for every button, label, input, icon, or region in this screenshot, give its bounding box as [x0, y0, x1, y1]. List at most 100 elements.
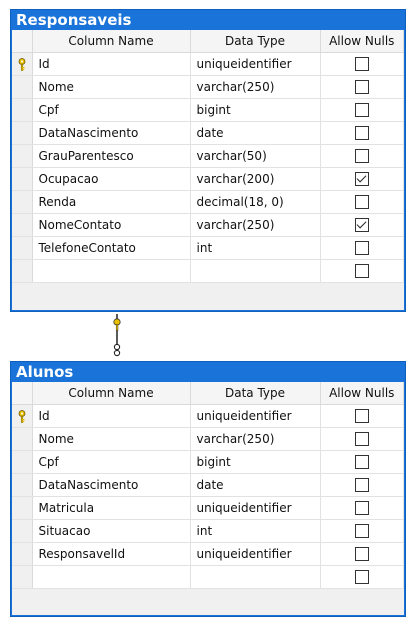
column-name-cell[interactable]: GrauParentesco [32, 144, 191, 168]
row-selector[interactable] [12, 519, 33, 543]
column-name-cell[interactable] [32, 565, 191, 589]
data-type-cell[interactable]: int [190, 519, 321, 543]
table-row[interactable]: Situacao int [12, 519, 404, 543]
data-type-cell[interactable]: varchar(250) [190, 213, 321, 237]
row-selector[interactable] [12, 404, 33, 428]
row-selector[interactable] [12, 167, 33, 191]
row-selector[interactable] [12, 98, 33, 122]
column-name-cell[interactable] [32, 259, 191, 283]
allow-nulls-checkbox[interactable] [354, 172, 369, 187]
column-name-cell[interactable]: Nome [32, 75, 191, 99]
column-name-cell[interactable]: DataNascimento [32, 121, 191, 145]
table-row[interactable]: Cpf bigint [12, 450, 404, 474]
data-type-cell[interactable]: int [190, 236, 321, 260]
allow-nulls-checkbox[interactable] [354, 547, 369, 562]
column-name-cell[interactable]: DataNascimento [32, 473, 191, 497]
allow-nulls-checkbox[interactable] [354, 218, 369, 233]
row-selector[interactable] [12, 427, 33, 451]
data-type-cell[interactable]: varchar(250) [190, 75, 321, 99]
table-row[interactable]: Renda decimal(18, 0) [12, 190, 404, 214]
column-name-cell[interactable]: Matricula [32, 496, 191, 520]
table-row[interactable]: Id uniqueidentifier [12, 404, 404, 428]
row-selector[interactable] [12, 450, 33, 474]
column-name-cell[interactable]: Nome [32, 427, 191, 451]
row-selector[interactable] [12, 259, 33, 283]
allow-nulls-checkbox[interactable] [354, 432, 369, 447]
allow-nulls-checkbox[interactable] [354, 455, 369, 470]
table-row[interactable]: Matricula uniqueidentifier [12, 496, 404, 520]
table-row[interactable]: TelefoneContato int [12, 236, 404, 260]
data-type-cell[interactable] [190, 565, 321, 589]
row-selector[interactable] [12, 496, 33, 520]
allow-nulls-checkbox[interactable] [354, 195, 369, 210]
column-name-cell[interactable]: ResponsavelId [32, 542, 191, 566]
table-row[interactable]: DataNascimento date [12, 121, 404, 145]
row-selector[interactable] [12, 190, 33, 214]
allow-nulls-checkbox[interactable] [354, 103, 369, 118]
column-name-cell[interactable]: Id [32, 404, 191, 428]
allow-nulls-checkbox[interactable] [354, 126, 369, 141]
table-row[interactable]: Id uniqueidentifier [12, 52, 404, 76]
row-selector[interactable] [12, 52, 33, 76]
table-row[interactable]: ResponsavelId uniqueidentifier [12, 542, 404, 566]
allow-nulls-checkbox[interactable] [354, 524, 369, 539]
allow-nulls-checkbox[interactable] [354, 241, 369, 256]
table-row[interactable] [12, 565, 404, 589]
column-grid: Column Name Data Type Allow Nulls Id uniq… [12, 382, 404, 589]
table-row[interactable]: NomeContato varchar(250) [12, 213, 404, 237]
data-type-cell[interactable]: varchar(200) [190, 167, 321, 191]
infinity-icon [113, 343, 121, 357]
allow-nulls-checkbox[interactable] [354, 80, 369, 95]
allow-nulls-checkbox[interactable] [354, 570, 369, 585]
data-type-cell[interactable]: uniqueidentifier [190, 52, 321, 76]
column-name-cell[interactable]: NomeContato [32, 213, 191, 237]
allow-nulls-checkbox[interactable] [354, 57, 369, 72]
row-selector[interactable] [12, 565, 33, 589]
data-type-cell[interactable]: bigint [190, 450, 321, 474]
data-type-cell[interactable]: uniqueidentifier [190, 496, 321, 520]
row-selector[interactable] [12, 473, 33, 497]
table-row[interactable]: GrauParentesco varchar(50) [12, 144, 404, 168]
table-row[interactable] [12, 259, 404, 283]
data-type-cell[interactable]: date [190, 473, 321, 497]
column-name-cell[interactable]: Cpf [32, 98, 191, 122]
allow-nulls-checkbox[interactable] [354, 409, 369, 424]
table-row[interactable]: Nome varchar(250) [12, 427, 404, 451]
row-selector[interactable] [12, 144, 33, 168]
row-selector[interactable] [12, 542, 33, 566]
table-responsaveis[interactable]: Responsaveis Column Name Data Type Allow… [10, 9, 406, 312]
relationship-line[interactable] [108, 312, 128, 360]
allow-nulls-cell [320, 121, 404, 145]
column-name-cell[interactable]: Situacao [32, 519, 191, 543]
allow-nulls-checkbox[interactable] [354, 149, 369, 164]
allow-nulls-checkbox[interactable] [354, 264, 369, 279]
data-type-cell[interactable]: decimal(18, 0) [190, 190, 321, 214]
column-name-cell[interactable]: Ocupacao [32, 167, 191, 191]
table-title[interactable]: Alunos [11, 362, 405, 382]
row-selector[interactable] [12, 75, 33, 99]
column-name-cell[interactable]: TelefoneContato [32, 236, 191, 260]
row-selector[interactable] [12, 121, 33, 145]
data-type-cell[interactable]: uniqueidentifier [190, 404, 321, 428]
data-type-cell[interactable]: bigint [190, 98, 321, 122]
data-type-cell[interactable]: date [190, 121, 321, 145]
row-selector[interactable] [12, 213, 33, 237]
table-alunos[interactable]: Alunos Column Name Data Type Allow Nulls… [10, 361, 406, 617]
allow-nulls-checkbox[interactable] [354, 478, 369, 493]
column-name-cell[interactable]: Renda [32, 190, 191, 214]
table-body: Column Name Data Type Allow Nulls Id uniq… [12, 382, 404, 615]
table-row[interactable]: Nome varchar(250) [12, 75, 404, 99]
data-type-cell[interactable]: varchar(250) [190, 427, 321, 451]
data-type-cell[interactable]: varchar(50) [190, 144, 321, 168]
allow-nulls-cell [320, 565, 404, 589]
table-row[interactable]: Ocupacao varchar(200) [12, 167, 404, 191]
table-title[interactable]: Responsaveis [11, 10, 405, 30]
data-type-cell[interactable] [190, 259, 321, 283]
allow-nulls-checkbox[interactable] [354, 501, 369, 516]
data-type-cell[interactable]: uniqueidentifier [190, 542, 321, 566]
table-row[interactable]: Cpf bigint [12, 98, 404, 122]
column-name-cell[interactable]: Id [32, 52, 191, 76]
row-selector[interactable] [12, 236, 33, 260]
column-name-cell[interactable]: Cpf [32, 450, 191, 474]
table-row[interactable]: DataNascimento date [12, 473, 404, 497]
